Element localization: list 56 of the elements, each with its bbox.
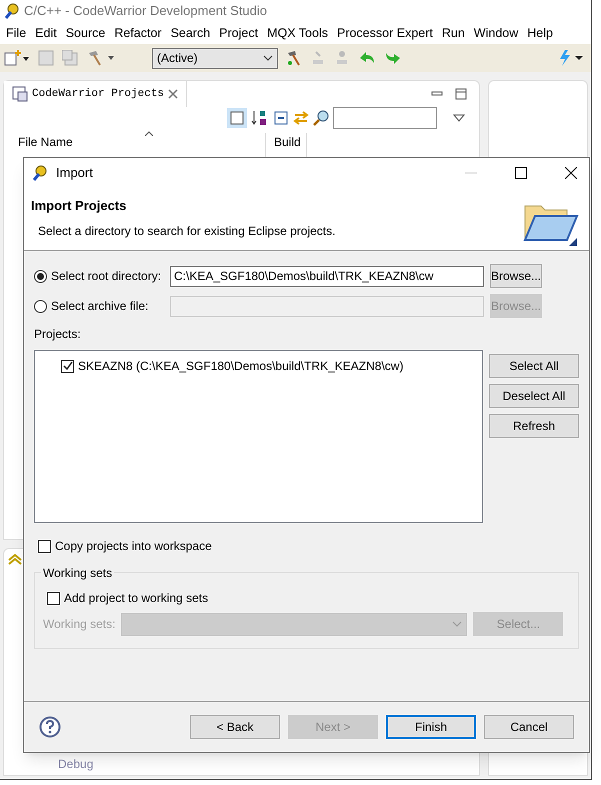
close-icon[interactable] xyxy=(565,167,577,179)
menu-item[interactable]: File xyxy=(6,24,26,42)
menu-item[interactable]: Source xyxy=(66,24,106,42)
sort-caret-icon xyxy=(145,131,153,136)
list-action-button[interactable]: Refresh xyxy=(489,414,579,438)
menu-item[interactable]: Refactor xyxy=(114,24,162,42)
radio-button[interactable] xyxy=(34,270,47,282)
browse-button[interactable]: Browse... xyxy=(490,264,542,288)
import-logo-icon xyxy=(32,165,48,181)
collapse-all-icon[interactable] xyxy=(273,110,289,126)
checkbox[interactable] xyxy=(61,360,74,372)
menu-item[interactable]: Help xyxy=(527,24,553,42)
dialog-button[interactable]: Cancel xyxy=(484,715,574,739)
radio-label: Select archive file: xyxy=(51,298,148,315)
dropdown-caret-icon xyxy=(452,621,462,627)
menu-item[interactable]: Search xyxy=(170,24,210,42)
menu-item[interactable]: Processor Expert xyxy=(336,24,433,42)
menu-item[interactable]: MQX Tools xyxy=(267,24,328,42)
new-file-icon[interactable] xyxy=(4,50,30,66)
dialog-button[interactable]: < Back xyxy=(190,715,280,739)
disabled-tool-icon xyxy=(334,50,350,66)
search-icon[interactable] xyxy=(313,110,329,126)
radio-label: Select root directory: xyxy=(51,268,162,285)
configuration-dropdown[interactable]: (Active) xyxy=(152,48,278,68)
projects-label: Projects: xyxy=(34,326,82,343)
list-action-button[interactable]: Select All xyxy=(489,354,579,378)
filter-field[interactable] xyxy=(333,107,437,129)
maximize-icon[interactable] xyxy=(515,167,527,179)
tree-view-icon[interactable] xyxy=(227,108,247,128)
help-icon[interactable] xyxy=(39,716,61,738)
disabled-tool-icon xyxy=(310,50,326,66)
menu-item[interactable]: Edit xyxy=(35,24,57,42)
app-logo-icon xyxy=(4,3,20,19)
checkbox-label: Add project to working sets xyxy=(64,590,208,607)
field-label: Working sets: xyxy=(43,616,116,633)
view-menu-icon[interactable] xyxy=(453,114,465,122)
menu-item[interactable]: Project xyxy=(219,24,258,42)
menu-item[interactable]: Run xyxy=(442,24,465,42)
dropdown-caret-icon xyxy=(263,55,273,61)
sort-az-icon[interactable] xyxy=(251,109,269,127)
checkbox-label: Copy projects into workspace xyxy=(55,538,212,555)
projects-tab[interactable]: CodeWarrior Projects xyxy=(4,81,188,107)
chevron-icon[interactable] xyxy=(8,553,22,565)
window-title: C/C++ - CodeWarrior Development Studio xyxy=(24,2,268,20)
build-hammer-icon[interactable] xyxy=(286,50,302,66)
checkbox[interactable] xyxy=(38,540,51,552)
maximize-icon[interactable] xyxy=(455,88,467,100)
dialog-heading: Import Projects xyxy=(31,197,128,215)
path-field[interactable]: C:\KEA_SGF180\Demos\build\TRK_KEAZN8\cw xyxy=(170,266,484,286)
project-item: SKEAZN8 (C:\KEA_SGF180\Demos\build\TRK_KEAZN8\cw) xyxy=(78,358,404,375)
dialog-button[interactable]: Finish xyxy=(386,715,476,739)
dialog-description: Select a directory to search for existing Eclipse projects. xyxy=(37,222,336,240)
list-action-button[interactable]: Deselect All xyxy=(489,384,579,408)
dialog-title: Import xyxy=(56,164,93,182)
menu-item[interactable]: Window xyxy=(474,24,518,42)
project-view-icon xyxy=(12,86,28,102)
